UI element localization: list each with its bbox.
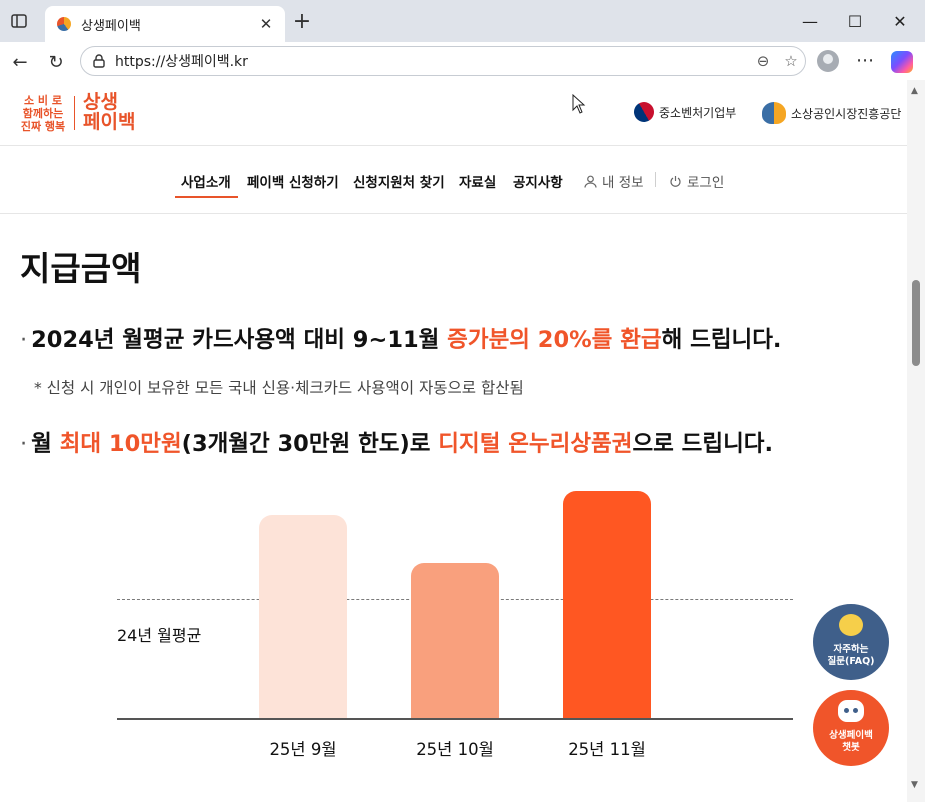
url-text[interactable]: https://상생페이백.kr (115, 51, 749, 71)
site-header: 소 비 로 함께하는 진짜 행복 상생 페이백 중소벤처기업부 소상공인시장진흥… (0, 80, 907, 146)
browser-tab[interactable]: 상생페이백 ✕ (45, 6, 285, 42)
reference-line-label: 24년 월평균 (117, 626, 202, 645)
agency-mss[interactable]: 중소벤처기업부 (630, 98, 736, 126)
my-info-link[interactable]: 내 정보 (584, 171, 644, 191)
taeguk-emblem-icon (630, 98, 658, 126)
refund-highlight: 증가분의 20%를 환급 (447, 327, 662, 353)
bullet-dot: · (20, 327, 28, 353)
card-usage-note: * 신청 시 개인이 보유한 모든 국내 신용·체크카드 사용액이 자동으로 합… (34, 379, 524, 397)
max-amount-highlight: 최대 10만원 (59, 431, 182, 457)
favorite-star-icon[interactable]: ☆ (777, 49, 805, 73)
close-tab-icon[interactable]: ✕ (253, 11, 279, 37)
nav-item-about[interactable]: 사업소개 (181, 171, 231, 191)
main-navigation: 사업소개 페이백 신청하기 신청지원처 찾기 자료실 공지사항 내 정보 로그인 (0, 146, 907, 214)
nav-item-notices[interactable]: 공지사항 (513, 171, 563, 191)
login-link[interactable]: 로그인 (669, 171, 724, 191)
minimize-icon[interactable]: — (794, 8, 826, 34)
more-menu-icon[interactable]: ⋯ (853, 48, 877, 72)
bar-2 (411, 562, 499, 718)
payback-bar-chart: 24년 월평균 25년 9월 25년 10월 25년 11월 (0, 480, 907, 802)
nav-item-support-finder[interactable]: 신청지원처 찾기 (353, 171, 445, 191)
page-scrollbar[interactable]: ▲ ▼ (907, 80, 925, 802)
address-toolbar: ← ↻ https://상생페이백.kr ⊖ ☆ ⋯ (0, 42, 925, 80)
agency-semas[interactable]: 소상공인시장진흥공단 (762, 102, 901, 124)
chart-baseline (117, 718, 793, 720)
nav-separator (655, 172, 656, 187)
nav-item-apply[interactable]: 페이백 신청하기 (247, 171, 339, 191)
bullet-dot: · (20, 431, 28, 457)
category-label: 25년 10월 (416, 740, 494, 759)
logo-tagline[interactable]: 소 비 로 함께하는 진짜 행복 (18, 94, 68, 133)
nav-item-resources[interactable]: 자료실 (459, 171, 496, 191)
benefit-line-refund: · 2024년 월평균 카드사용액 대비 9~11월 증가분의 20%를 환급해 … (20, 327, 782, 353)
voucher-highlight: 디지털 온누리상품권 (438, 431, 633, 457)
close-window-icon[interactable]: ✕ (884, 8, 916, 34)
tab-title: 상생페이백 (81, 18, 141, 34)
new-tab-icon[interactable]: + (290, 9, 314, 34)
address-bar[interactable]: https://상생페이백.kr ⊖ ☆ (80, 46, 806, 76)
bar-1 (259, 514, 347, 718)
scroll-up-icon[interactable]: ▲ (911, 86, 918, 96)
profile-avatar-icon[interactable] (817, 50, 839, 72)
refresh-icon[interactable]: ↻ (44, 50, 68, 74)
back-icon[interactable]: ← (8, 50, 32, 74)
mouse-cursor-icon (572, 94, 586, 114)
bar-3 (563, 491, 651, 718)
nav-active-indicator (175, 196, 238, 198)
chatbot-robot-icon (838, 700, 864, 722)
copilot-icon[interactable] (891, 51, 913, 73)
power-icon (670, 175, 681, 187)
tab-actions-icon[interactable] (10, 12, 28, 30)
benefit-line-limit: · 월 최대 10만원(3개월간 30만원 한도)로 디지털 온누리상품권으로 드… (20, 431, 774, 457)
lock-icon (93, 54, 105, 68)
page-title: 지급금액 (20, 249, 142, 288)
scrollbar-thumb[interactable] (912, 280, 920, 366)
site-logo[interactable]: 상생 페이백 (83, 92, 143, 132)
zoom-icon[interactable]: ⊖ (749, 49, 777, 73)
category-label: 25년 9월 (269, 740, 337, 759)
scroll-down-icon[interactable]: ▼ (911, 780, 918, 790)
maximize-icon[interactable]: ☐ (839, 8, 871, 34)
category-label: 25년 11월 (568, 740, 646, 759)
logo-divider (74, 96, 75, 130)
faq-button[interactable]: 자주하는 질문(FAQ) (813, 604, 889, 680)
chatbot-button[interactable]: 상생페이백 챗봇 (813, 690, 889, 766)
browser-tab-bar: 상생페이백 ✕ + — ☐ ✕ (0, 0, 925, 42)
semas-emblem-icon (762, 102, 786, 124)
faq-mascot-icon (839, 614, 863, 636)
site-favicon-icon (57, 17, 71, 31)
user-icon (584, 175, 597, 188)
web-page: 소 비 로 함께하는 진짜 행복 상생 페이백 중소벤처기업부 소상공인시장진흥… (0, 80, 907, 802)
